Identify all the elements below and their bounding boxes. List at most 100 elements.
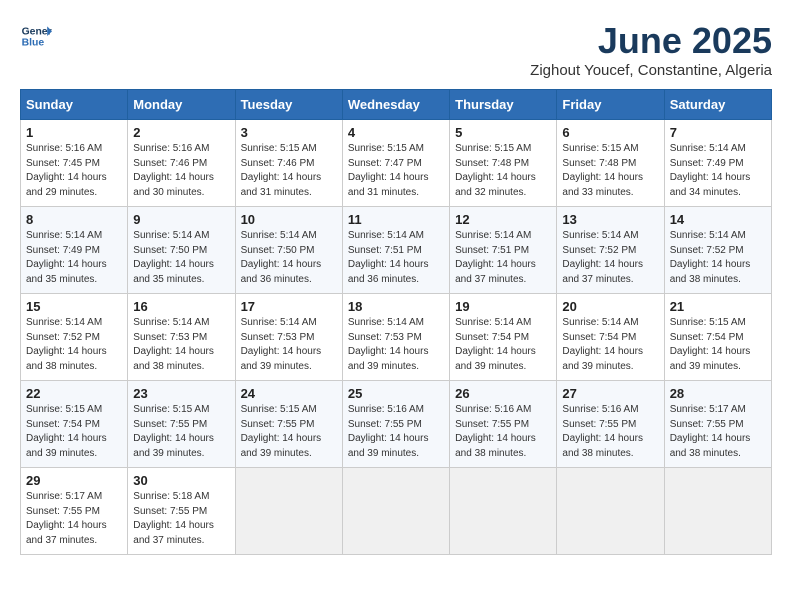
day-number: 20 — [562, 299, 658, 314]
day-info: Sunrise: 5:16 AM Sunset: 7:55 PM Dayligh… — [562, 403, 658, 461]
day-number: 18 — [348, 299, 444, 314]
table-row — [235, 468, 342, 555]
calendar-row: 15 Sunrise: 5:14 AM Sunset: 7:52 PM Dayl… — [21, 294, 772, 381]
page-header: General Blue June 2025 Zighout Youcef, C… — [20, 20, 772, 79]
table-row: 21 Sunrise: 5:15 AM Sunset: 7:54 PM Dayl… — [664, 294, 771, 381]
table-row: 23 Sunrise: 5:15 AM Sunset: 7:55 PM Dayl… — [128, 381, 235, 468]
day-info: Sunrise: 5:15 AM Sunset: 7:54 PM Dayligh… — [670, 316, 766, 374]
col-thursday: Thursday — [450, 90, 557, 120]
day-number: 16 — [133, 299, 229, 314]
calendar: Sunday Monday Tuesday Wednesday Thursday… — [20, 89, 772, 555]
day-info: Sunrise: 5:15 AM Sunset: 7:46 PM Dayligh… — [241, 142, 337, 200]
day-number: 30 — [133, 473, 229, 488]
table-row: 3 Sunrise: 5:15 AM Sunset: 7:46 PM Dayli… — [235, 120, 342, 207]
day-info: Sunrise: 5:15 AM Sunset: 7:54 PM Dayligh… — [26, 403, 122, 461]
day-number: 11 — [348, 212, 444, 227]
svg-text:Blue: Blue — [22, 38, 45, 49]
day-info: Sunrise: 5:15 AM Sunset: 7:48 PM Dayligh… — [562, 142, 658, 200]
day-info: Sunrise: 5:16 AM Sunset: 7:46 PM Dayligh… — [133, 142, 229, 200]
title-section: June 2025 Zighout Youcef, Constantine, A… — [530, 20, 772, 79]
day-info: Sunrise: 5:14 AM Sunset: 7:51 PM Dayligh… — [455, 229, 551, 287]
table-row: 16 Sunrise: 5:14 AM Sunset: 7:53 PM Dayl… — [128, 294, 235, 381]
table-row: 25 Sunrise: 5:16 AM Sunset: 7:55 PM Dayl… — [342, 381, 449, 468]
calendar-row: 22 Sunrise: 5:15 AM Sunset: 7:54 PM Dayl… — [21, 381, 772, 468]
table-row — [342, 468, 449, 555]
day-number: 25 — [348, 386, 444, 401]
table-row: 14 Sunrise: 5:14 AM Sunset: 7:52 PM Dayl… — [664, 207, 771, 294]
day-number: 14 — [670, 212, 766, 227]
day-number: 27 — [562, 386, 658, 401]
day-number: 12 — [455, 212, 551, 227]
day-number: 2 — [133, 125, 229, 140]
table-row: 17 Sunrise: 5:14 AM Sunset: 7:53 PM Dayl… — [235, 294, 342, 381]
day-info: Sunrise: 5:14 AM Sunset: 7:53 PM Dayligh… — [348, 316, 444, 374]
day-number: 23 — [133, 386, 229, 401]
table-row: 30 Sunrise: 5:18 AM Sunset: 7:55 PM Dayl… — [128, 468, 235, 555]
table-row: 12 Sunrise: 5:14 AM Sunset: 7:51 PM Dayl… — [450, 207, 557, 294]
table-row: 20 Sunrise: 5:14 AM Sunset: 7:54 PM Dayl… — [557, 294, 664, 381]
table-row: 6 Sunrise: 5:15 AM Sunset: 7:48 PM Dayli… — [557, 120, 664, 207]
day-number: 10 — [241, 212, 337, 227]
day-info: Sunrise: 5:14 AM Sunset: 7:51 PM Dayligh… — [348, 229, 444, 287]
day-info: Sunrise: 5:14 AM Sunset: 7:54 PM Dayligh… — [562, 316, 658, 374]
day-info: Sunrise: 5:15 AM Sunset: 7:47 PM Dayligh… — [348, 142, 444, 200]
logo: General Blue — [20, 20, 52, 52]
day-info: Sunrise: 5:14 AM Sunset: 7:53 PM Dayligh… — [133, 316, 229, 374]
day-info: Sunrise: 5:14 AM Sunset: 7:52 PM Dayligh… — [670, 229, 766, 287]
table-row: 28 Sunrise: 5:17 AM Sunset: 7:55 PM Dayl… — [664, 381, 771, 468]
day-info: Sunrise: 5:14 AM Sunset: 7:53 PM Dayligh… — [241, 316, 337, 374]
day-info: Sunrise: 5:14 AM Sunset: 7:54 PM Dayligh… — [455, 316, 551, 374]
day-number: 5 — [455, 125, 551, 140]
day-number: 22 — [26, 386, 122, 401]
table-row: 5 Sunrise: 5:15 AM Sunset: 7:48 PM Dayli… — [450, 120, 557, 207]
table-row: 8 Sunrise: 5:14 AM Sunset: 7:49 PM Dayli… — [21, 207, 128, 294]
day-info: Sunrise: 5:16 AM Sunset: 7:55 PM Dayligh… — [348, 403, 444, 461]
day-info: Sunrise: 5:17 AM Sunset: 7:55 PM Dayligh… — [670, 403, 766, 461]
day-number: 4 — [348, 125, 444, 140]
day-number: 24 — [241, 386, 337, 401]
day-number: 19 — [455, 299, 551, 314]
day-info: Sunrise: 5:15 AM Sunset: 7:55 PM Dayligh… — [241, 403, 337, 461]
table-row: 15 Sunrise: 5:14 AM Sunset: 7:52 PM Dayl… — [21, 294, 128, 381]
day-number: 28 — [670, 386, 766, 401]
day-info: Sunrise: 5:16 AM Sunset: 7:55 PM Dayligh… — [455, 403, 551, 461]
table-row: 13 Sunrise: 5:14 AM Sunset: 7:52 PM Dayl… — [557, 207, 664, 294]
calendar-row: 29 Sunrise: 5:17 AM Sunset: 7:55 PM Dayl… — [21, 468, 772, 555]
col-monday: Monday — [128, 90, 235, 120]
day-number: 17 — [241, 299, 337, 314]
table-row — [664, 468, 771, 555]
calendar-row: 1 Sunrise: 5:16 AM Sunset: 7:45 PM Dayli… — [21, 120, 772, 207]
table-row — [450, 468, 557, 555]
table-row: 9 Sunrise: 5:14 AM Sunset: 7:50 PM Dayli… — [128, 207, 235, 294]
day-info: Sunrise: 5:15 AM Sunset: 7:48 PM Dayligh… — [455, 142, 551, 200]
day-number: 9 — [133, 212, 229, 227]
table-row: 11 Sunrise: 5:14 AM Sunset: 7:51 PM Dayl… — [342, 207, 449, 294]
subtitle: Zighout Youcef, Constantine, Algeria — [530, 62, 772, 79]
col-sunday: Sunday — [21, 90, 128, 120]
col-saturday: Saturday — [664, 90, 771, 120]
table-row: 29 Sunrise: 5:17 AM Sunset: 7:55 PM Dayl… — [21, 468, 128, 555]
day-info: Sunrise: 5:14 AM Sunset: 7:50 PM Dayligh… — [241, 229, 337, 287]
day-number: 29 — [26, 473, 122, 488]
day-number: 13 — [562, 212, 658, 227]
logo-icon: General Blue — [20, 20, 52, 52]
day-info: Sunrise: 5:14 AM Sunset: 7:50 PM Dayligh… — [133, 229, 229, 287]
header-row: Sunday Monday Tuesday Wednesday Thursday… — [21, 90, 772, 120]
day-info: Sunrise: 5:16 AM Sunset: 7:45 PM Dayligh… — [26, 142, 122, 200]
table-row: 18 Sunrise: 5:14 AM Sunset: 7:53 PM Dayl… — [342, 294, 449, 381]
day-info: Sunrise: 5:14 AM Sunset: 7:49 PM Dayligh… — [670, 142, 766, 200]
day-info: Sunrise: 5:18 AM Sunset: 7:55 PM Dayligh… — [133, 490, 229, 548]
table-row: 1 Sunrise: 5:16 AM Sunset: 7:45 PM Dayli… — [21, 120, 128, 207]
table-row: 2 Sunrise: 5:16 AM Sunset: 7:46 PM Dayli… — [128, 120, 235, 207]
day-info: Sunrise: 5:17 AM Sunset: 7:55 PM Dayligh… — [26, 490, 122, 548]
table-row: 24 Sunrise: 5:15 AM Sunset: 7:55 PM Dayl… — [235, 381, 342, 468]
day-number: 21 — [670, 299, 766, 314]
month-title: June 2025 — [530, 20, 772, 62]
day-number: 6 — [562, 125, 658, 140]
calendar-row: 8 Sunrise: 5:14 AM Sunset: 7:49 PM Dayli… — [21, 207, 772, 294]
table-row: 19 Sunrise: 5:14 AM Sunset: 7:54 PM Dayl… — [450, 294, 557, 381]
day-info: Sunrise: 5:14 AM Sunset: 7:52 PM Dayligh… — [562, 229, 658, 287]
table-row: 26 Sunrise: 5:16 AM Sunset: 7:55 PM Dayl… — [450, 381, 557, 468]
day-number: 8 — [26, 212, 122, 227]
table-row — [557, 468, 664, 555]
